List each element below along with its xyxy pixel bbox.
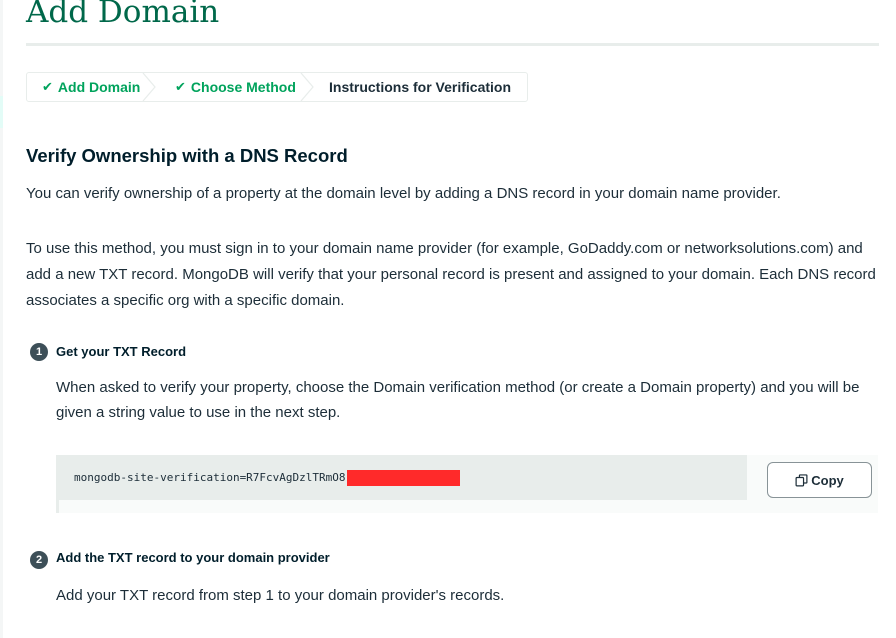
- details-paragraph: To use this method, you must sign in to …: [26, 240, 876, 309]
- breadcrumb-step-label: Add Domain: [57, 79, 141, 95]
- step-number-badge: 2: [30, 551, 48, 569]
- title-divider: [26, 43, 879, 46]
- intro-paragraph: You can verify ownership of a property a…: [26, 185, 781, 202]
- breadcrumb-step-choose-method[interactable]: ✔ Choose Method: [155, 73, 314, 101]
- step-title: Add the TXT record to your domain provid…: [56, 550, 330, 565]
- left-edge-accent: [0, 96, 3, 128]
- step-description: Add your TXT record from step 1 to your …: [56, 587, 505, 604]
- section-heading: Verify Ownership with a DNS Record: [26, 145, 348, 166]
- breadcrumb-step-add-domain[interactable]: ✔ Add Domain: [27, 73, 156, 101]
- breadcrumb-step-label: Instructions for Verification: [329, 79, 512, 95]
- breadcrumb-step-instructions: Instructions for Verification: [313, 73, 527, 101]
- chevron-separator: [142, 73, 156, 101]
- check-icon: ✔: [42, 79, 53, 94]
- breadcrumb-step-label: Choose Method: [190, 79, 296, 95]
- redaction-bar: [347, 470, 460, 486]
- copy-button[interactable]: Copy: [767, 462, 872, 498]
- copy-button-label: Copy: [811, 472, 844, 488]
- txt-record-field[interactable]: mongodb-site-verification=R7FcvAgDzlTRmO…: [59, 455, 747, 500]
- check-icon: ✔: [175, 79, 186, 94]
- chevron-separator: [300, 73, 314, 101]
- step-description: When asked to verify your property, choo…: [56, 379, 860, 421]
- step-title: Get your TXT Record: [56, 344, 187, 359]
- wizard-breadcrumb: ✔ Add Domain ✔ Choose Method Instruction…: [26, 72, 529, 102]
- txt-record-value[interactable]: mongodb-site-verification=R7FcvAgDzlTRmO…: [74, 471, 346, 484]
- step-number-badge: 1: [30, 343, 48, 361]
- page-title: Add Domain: [26, 0, 220, 30]
- copy-icon: [795, 473, 808, 486]
- txt-record-panel: mongodb-site-verification=R7FcvAgDzlTRmO…: [56, 455, 878, 513]
